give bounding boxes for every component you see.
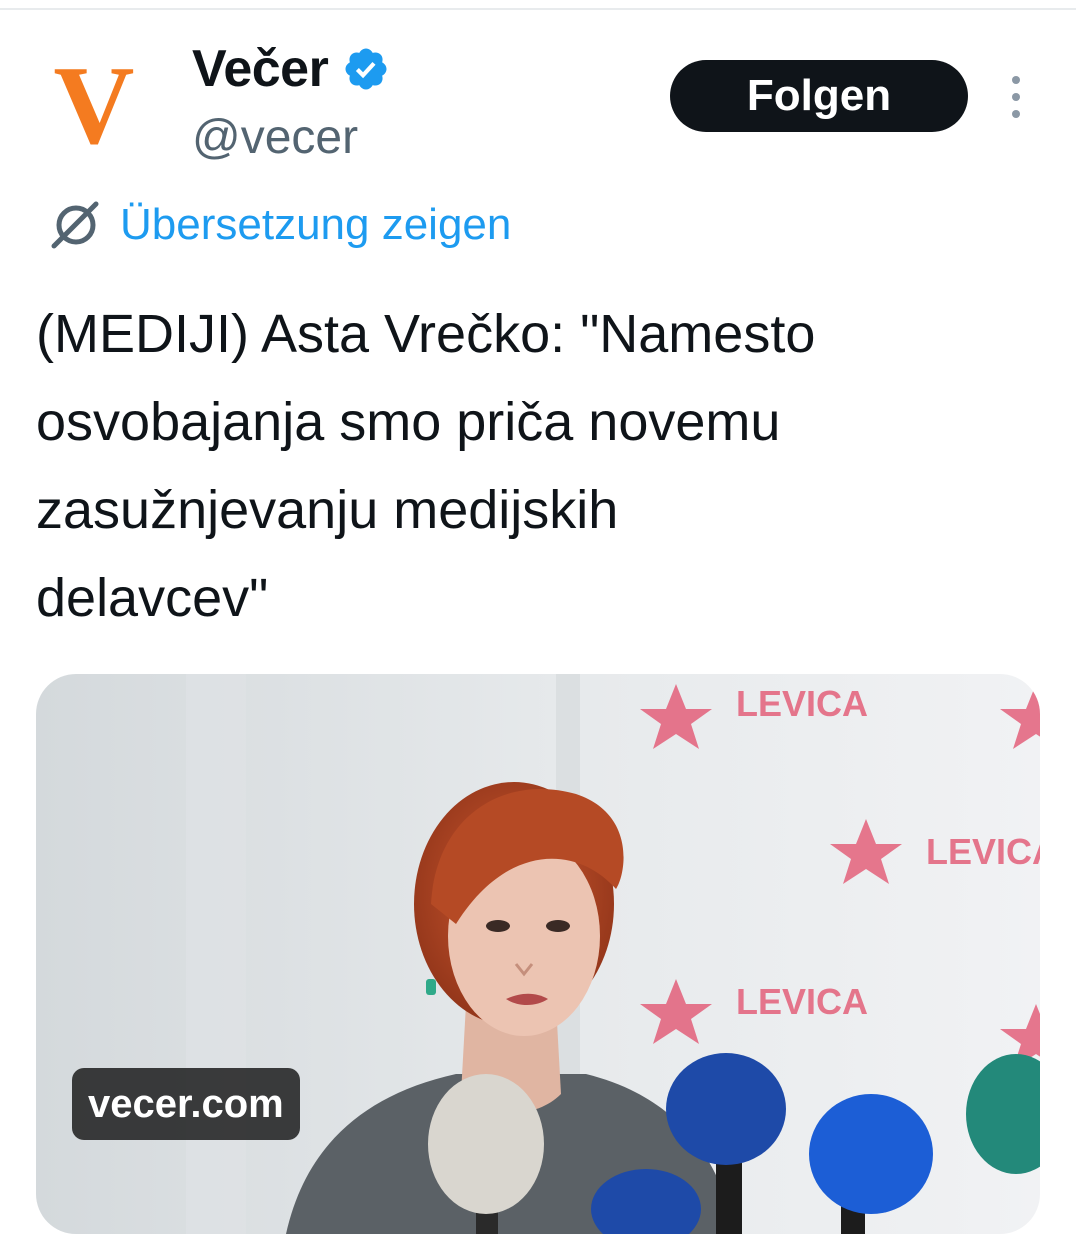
display-name[interactable]: Večer bbox=[192, 38, 329, 100]
follow-button[interactable]: Folgen bbox=[670, 60, 968, 132]
top-divider bbox=[0, 8, 1076, 10]
press-conference-photo: LEVICA LEVICA LEVICA bbox=[36, 674, 1040, 1234]
backdrop-logo-text: LEVICA bbox=[736, 683, 868, 724]
verified-badge-icon bbox=[345, 48, 387, 90]
avatar-letter: V bbox=[53, 44, 135, 168]
more-vertical-icon[interactable] bbox=[1004, 74, 1028, 120]
tweet-text-line: (MEDIJI) Asta Vrečko: "Namesto bbox=[36, 304, 816, 364]
backdrop-logo-text: LEVICA bbox=[736, 981, 868, 1022]
tweet-text-line: osvobajanja smo priča novemu bbox=[36, 392, 781, 452]
name-row: Večer bbox=[192, 38, 390, 100]
globe-icon bbox=[51, 201, 99, 249]
backdrop-logo-text: LEVICA bbox=[926, 831, 1040, 872]
tweet-text-line: zasužnjevanju medijskih bbox=[36, 480, 619, 540]
show-translation-link[interactable]: Übersetzung zeigen bbox=[46, 196, 511, 254]
account-handle[interactable]: @vecer bbox=[192, 108, 358, 168]
media-card[interactable]: LEVICA LEVICA LEVICA v bbox=[36, 674, 1040, 1234]
tweet-text-line: delavcev" bbox=[36, 568, 269, 628]
translation-label: Übersetzung zeigen bbox=[120, 200, 512, 249]
avatar[interactable]: V bbox=[38, 50, 150, 162]
tweet-text: (MEDIJI) Asta Vrečko: "Namesto osvobajan… bbox=[36, 290, 1036, 642]
source-badge: vecer.com bbox=[72, 1068, 300, 1140]
